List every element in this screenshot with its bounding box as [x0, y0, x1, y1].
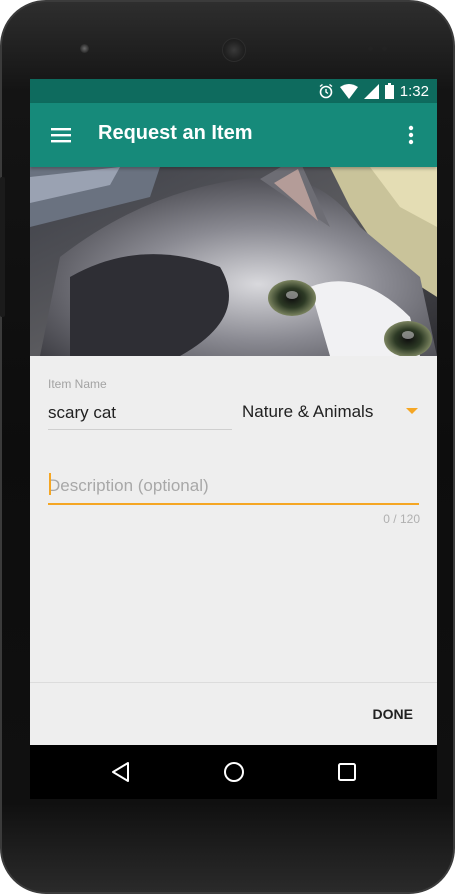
- text-cursor: [49, 473, 51, 495]
- navigation-bar: [30, 745, 437, 799]
- divider: [30, 682, 437, 683]
- status-time: 1:32: [399, 82, 429, 100]
- back-icon[interactable]: [108, 759, 134, 785]
- screen: 1:32 Request an Item Item Name scary cat…: [30, 79, 437, 799]
- app-bar: Request an Item: [30, 103, 437, 167]
- signal-icon: [363, 83, 379, 99]
- earpiece-speaker: [222, 38, 246, 62]
- cat-photo[interactable]: [30, 157, 437, 357]
- front-camera: [80, 44, 89, 53]
- proximity-sensor: [368, 46, 373, 51]
- category-value: Nature & Animals: [242, 402, 374, 421]
- side-button: [0, 177, 5, 317]
- alarm-icon: [318, 83, 334, 99]
- category-select[interactable]: Nature & Animals: [242, 397, 422, 427]
- more-vert-icon[interactable]: [399, 123, 423, 147]
- wifi-icon: [339, 83, 358, 99]
- char-counter: 0 / 120: [383, 512, 420, 526]
- phone-frame: 1:32 Request an Item Item Name scary cat…: [0, 0, 455, 894]
- battery-icon: [384, 83, 394, 99]
- dropdown-arrow-icon: [406, 408, 418, 414]
- page-title: Request an Item: [98, 122, 253, 144]
- item-name-label: Item Name: [48, 377, 107, 391]
- home-icon[interactable]: [221, 759, 247, 785]
- hamburger-menu-icon[interactable]: [50, 124, 72, 146]
- recents-icon[interactable]: [334, 759, 360, 785]
- status-bar: 1:32: [30, 79, 437, 103]
- description-input[interactable]: [48, 469, 419, 505]
- status-icons: 1:32: [318, 82, 429, 100]
- item-name-input[interactable]: [48, 397, 232, 430]
- light-sensor: [382, 46, 387, 51]
- done-button[interactable]: DONE: [367, 702, 419, 726]
